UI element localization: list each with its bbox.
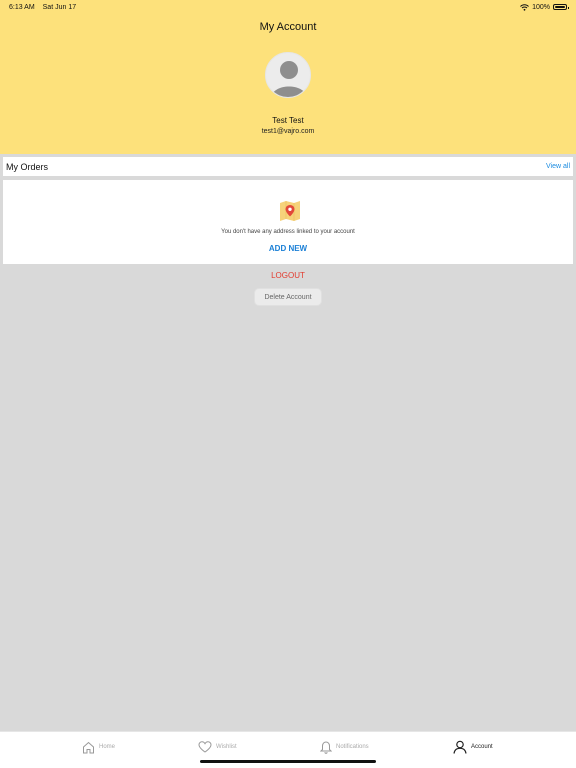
home-icon — [83, 741, 94, 753]
map-pin-icon — [280, 201, 300, 221]
page-title: My Account — [259, 21, 317, 33]
tab-account[interactable]: Account — [453, 739, 493, 755]
bell-icon — [320, 740, 332, 754]
status-left: 6:13 AM Sat Jun 17 — [9, 4, 82, 11]
tab-home[interactable]: Home — [82, 739, 115, 755]
logout-button[interactable]: LOGOUT — [0, 271, 576, 280]
tab-label-wishlist: Wishlist — [216, 744, 237, 750]
wifi-icon — [520, 3, 529, 11]
status-right: 100% — [520, 3, 569, 11]
heart-icon — [198, 741, 212, 753]
delete-account-button[interactable]: Delete Account — [254, 288, 322, 306]
avatar[interactable] — [265, 52, 311, 98]
tab-label-notifications: Notifications — [336, 744, 369, 750]
tab-wishlist[interactable]: Wishlist — [198, 739, 237, 755]
status-bar: 6:13 AM Sat Jun 17 100% — [0, 0, 576, 14]
user-name: Test Test — [272, 116, 304, 125]
tab-label-account: Account — [471, 744, 493, 750]
tab-label-home: Home — [99, 744, 116, 750]
account-screen: 6:13 AM Sat Jun 17 100% My Account Test … — [0, 0, 576, 768]
user-avatar-icon — [271, 61, 307, 97]
battery-icon — [553, 4, 569, 10]
tab-notifications[interactable]: Notifications — [320, 739, 369, 755]
status-date: Sat Jun 17 — [42, 3, 77, 11]
battery-percent: 100% — [532, 3, 550, 11]
my-orders-title: My Orders — [6, 161, 49, 172]
my-orders-bar: My Orders View all — [3, 157, 573, 176]
user-email: test1@vajro.com — [261, 128, 315, 135]
add-new-address-button[interactable]: ADD NEW — [0, 244, 576, 253]
status-time: 6:13 AM — [9, 3, 35, 11]
no-address-message: You don't have any address linked to you… — [221, 229, 355, 235]
view-all-link[interactable]: View all — [546, 163, 570, 170]
user-icon — [453, 740, 467, 754]
home-indicator — [200, 760, 376, 763]
account-header: 6:13 AM Sat Jun 17 100% My Account Test … — [0, 0, 576, 154]
